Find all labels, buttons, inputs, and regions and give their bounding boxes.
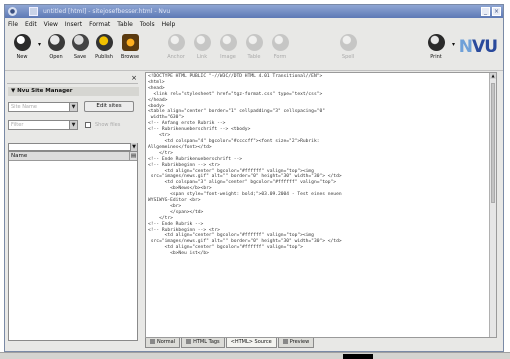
source-editor[interactable]: <!DOCTYPE HTML PUBLIC "-//W3C//DTD HTML … — [145, 72, 497, 338]
code-line[interactable]: <b>Neu ist</b> — [148, 251, 488, 257]
name-column-header[interactable]: Name ▤ — [9, 152, 137, 161]
site-path-field[interactable]: ▼ — [8, 143, 138, 151]
filter-select-value: Filter — [11, 122, 24, 128]
app-icon — [29, 7, 38, 16]
menu-help[interactable]: Help — [162, 21, 176, 28]
site-manager-title: ▼ Nvu Site Manager — [8, 87, 139, 96]
form-icon — [271, 34, 289, 51]
chevron-down-icon[interactable]: ▾ — [452, 41, 455, 48]
taskbar — [0, 352, 510, 359]
menu-tools[interactable]: Tools — [140, 21, 155, 28]
save-icon — [71, 34, 89, 51]
html-tags-icon — [186, 339, 192, 344]
name-column-label: Name — [11, 153, 28, 159]
save-button[interactable]: Save — [67, 34, 93, 68]
editor-scrollbar[interactable]: ▲ — [489, 73, 496, 337]
column-picker-icon[interactable]: ▤ — [129, 152, 137, 160]
spell-icon — [339, 34, 357, 51]
publish-button[interactable]: Publish — [91, 34, 117, 68]
main-toolbar: New ▾ Open Save Publish Browse Anchor Li… — [5, 31, 503, 71]
nvu-logo: NVU — [458, 37, 498, 57]
title-bar: ● untitled [html] - sitejosefbesser.html… — [5, 5, 503, 18]
filter-select[interactable]: Filter ▼ — [8, 120, 78, 130]
tab-source-label: <HTML> Source — [230, 339, 272, 345]
app-window: ● untitled [html] - sitejosefbesser.html… — [4, 4, 504, 352]
source-code[interactable]: <!DOCTYPE HTML PUBLIC "-//W3C//DTD HTML … — [148, 74, 488, 257]
open-button[interactable]: Open — [43, 34, 69, 68]
tab-html-tags-label: HTML Tags — [193, 339, 220, 345]
window-title: untitled [html] - sitejosefbesser.html -… — [43, 8, 171, 15]
publish-icon — [95, 34, 113, 51]
tab-normal-label: Normal — [157, 339, 176, 345]
anchor-label: Anchor — [167, 54, 185, 60]
normal-mode-icon — [150, 339, 155, 344]
image-label: Image — [220, 54, 236, 60]
site-file-list[interactable]: Name ▤ — [8, 151, 138, 341]
show-files-checkbox[interactable] — [85, 122, 91, 128]
print-icon — [427, 34, 445, 51]
publish-label: Publish — [95, 54, 113, 60]
browse-icon — [121, 34, 139, 51]
print-button[interactable]: Print ▾ — [423, 34, 455, 68]
new-icon — [13, 34, 31, 51]
image-button[interactable]: Image — [215, 34, 241, 68]
chevron-down-icon: ▼ — [130, 143, 137, 151]
panel-divider — [7, 83, 138, 84]
table-icon — [245, 34, 263, 51]
show-files-label: Show files — [95, 122, 121, 128]
chevron-down-icon[interactable]: ▾ — [38, 41, 41, 48]
anchor-icon — [167, 34, 185, 51]
form-button[interactable]: Form — [267, 34, 293, 68]
link-label: Link — [196, 54, 208, 60]
site-manager-panel: × ▼ Nvu Site Manager Site Name ▼ Edit si… — [7, 73, 140, 343]
menu-view[interactable]: View — [44, 21, 58, 28]
tab-source[interactable]: <HTML> Source — [225, 338, 277, 348]
tab-normal[interactable]: Normal — [145, 338, 181, 348]
site-select-value: Site Name — [11, 104, 37, 110]
link-button[interactable]: Link — [189, 34, 215, 68]
tab-preview-label: Preview — [289, 339, 310, 345]
site-manager-title-text: Nvu Site Manager — [17, 88, 73, 94]
open-label: Open — [49, 54, 63, 60]
chevron-down-icon: ▼ — [69, 103, 77, 111]
tab-preview[interactable]: Preview — [277, 338, 315, 348]
link-icon — [193, 34, 211, 51]
window-menu-icon[interactable]: ● — [8, 7, 17, 16]
table-label: Table — [247, 54, 261, 60]
save-label: Save — [73, 54, 87, 60]
scroll-up-icon[interactable]: ▲ — [490, 73, 496, 79]
image-icon — [219, 34, 237, 51]
menu-insert[interactable]: Insert — [65, 21, 82, 28]
new-button[interactable]: New ▾ — [9, 34, 41, 68]
chevron-down-icon: ▼ — [69, 121, 77, 129]
menu-bar: File Edit View Insert Format Table Tools… — [5, 19, 503, 30]
open-icon — [47, 34, 65, 51]
menu-table[interactable]: Table — [117, 21, 133, 28]
form-label: Form — [273, 54, 287, 60]
menu-edit[interactable]: Edit — [25, 21, 37, 28]
preview-icon — [282, 339, 288, 344]
new-label: New — [16, 54, 28, 60]
scroll-thumb[interactable] — [491, 83, 495, 203]
print-label: Print — [430, 54, 442, 60]
menu-format[interactable]: Format — [89, 21, 110, 28]
tab-html-tags[interactable]: HTML Tags — [181, 338, 225, 348]
close-icon[interactable]: × — [131, 74, 137, 82]
spell-button[interactable]: Spell — [335, 34, 361, 68]
minimize-icon[interactable]: _ — [481, 7, 490, 16]
menu-file[interactable]: File — [8, 21, 18, 28]
edit-sites-button[interactable]: Edit sites — [84, 101, 134, 112]
site-select[interactable]: Site Name ▼ — [8, 102, 78, 112]
taskbar-item[interactable] — [343, 354, 373, 359]
anchor-button[interactable]: Anchor — [163, 34, 189, 68]
table-button[interactable]: Table — [241, 34, 267, 68]
edit-mode-tabs: Normal HTML Tags <HTML> Source Preview — [145, 338, 497, 348]
browse-button[interactable]: Browse — [117, 34, 143, 68]
browse-label: Browse — [120, 54, 140, 60]
spell-label: Spell — [341, 54, 355, 60]
close-icon[interactable]: × — [492, 7, 501, 16]
